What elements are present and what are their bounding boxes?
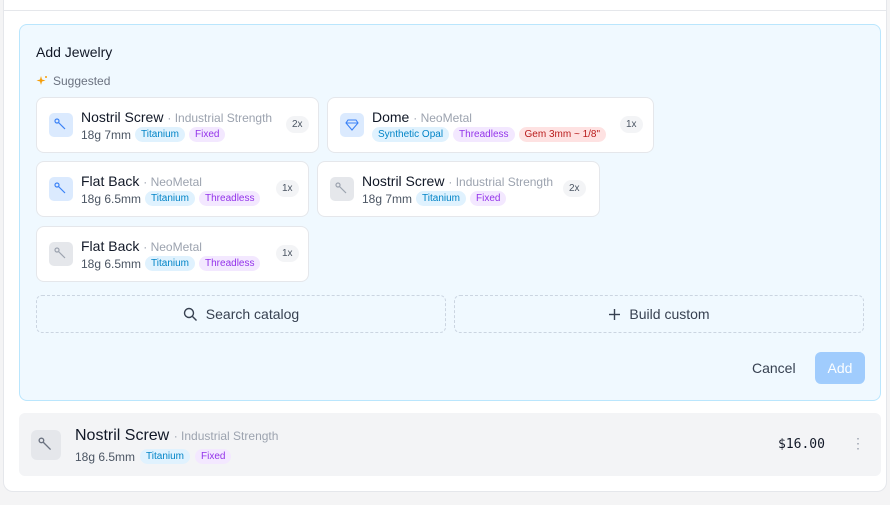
build-custom-button[interactable]: Build custom	[454, 295, 864, 333]
suggested-label: Suggested	[53, 74, 111, 88]
sparkle-icon	[36, 76, 47, 85]
gauge-size: 18g 6.5mm	[81, 191, 142, 206]
item-name: Flat Back	[81, 173, 140, 189]
screw-icon	[31, 430, 61, 460]
screw-icon	[49, 113, 73, 137]
thread-tag: Threadless	[199, 191, 261, 206]
item-brand: NeoMetal	[150, 175, 202, 189]
material-tag: Titanium	[135, 127, 186, 142]
thread-tag: Fixed	[195, 449, 232, 464]
item-brand: NeoMetal	[420, 111, 472, 125]
gauge-size: 18g 6.5mm	[81, 256, 142, 271]
quantity-badge: 1x	[276, 245, 299, 262]
search-icon	[183, 307, 197, 321]
thread-tag: Threadless	[199, 256, 261, 271]
gauge-size: 18g 7mm	[81, 127, 132, 142]
suggestion-card[interactable]: Flat Back · NeoMetal 18g 6.5mm Titanium …	[36, 161, 309, 217]
item-price: $16.00	[778, 437, 825, 452]
item-brand: NeoMetal	[150, 240, 202, 254]
material-tag: Titanium	[145, 191, 196, 206]
suggestion-card[interactable]: Nostril Screw · Industrial Strength 18g …	[36, 97, 319, 153]
item-name: Flat Back	[81, 238, 140, 254]
add-button[interactable]: Add	[815, 352, 865, 384]
suggestion-card[interactable]: Flat Back · NeoMetal 18g 6.5mm Titanium …	[36, 226, 309, 282]
quantity-badge: 2x	[286, 116, 309, 133]
thread-tag: Threadless	[453, 127, 515, 142]
item-name: Dome	[372, 109, 410, 125]
search-catalog-button[interactable]: Search catalog	[36, 295, 446, 333]
screw-icon	[330, 177, 354, 201]
quantity-badge: 1x	[620, 116, 643, 133]
jewelry-item-row[interactable]: Nostril Screw · Industrial Strength 18g …	[19, 413, 881, 476]
item-brand: Industrial Strength	[174, 111, 273, 125]
suggestion-card[interactable]: Nostril Screw · Industrial Strength 18g …	[317, 161, 600, 217]
gem-icon	[340, 113, 364, 137]
gem-tag: Synthetic Opal	[372, 127, 450, 142]
build-custom-label: Build custom	[629, 306, 710, 322]
more-options-icon[interactable]: ⋮	[851, 435, 865, 452]
thread-tag: Fixed	[470, 191, 507, 206]
screw-icon	[49, 177, 73, 201]
item-name: Nostril Screw	[75, 427, 170, 444]
gauge-size: 18g 6.5mm	[75, 449, 136, 464]
panel-title: Add Jewelry	[36, 44, 113, 60]
screw-icon	[49, 242, 73, 266]
material-tag: Titanium	[145, 256, 196, 271]
cancel-button[interactable]: Cancel	[752, 360, 796, 376]
plus-icon	[609, 308, 621, 320]
divider	[3, 10, 887, 11]
size-tag: Gem 3mm ~ 1/8"	[518, 127, 607, 142]
add-jewelry-panel: Add Jewelry Suggested Nostril Screw · In…	[19, 24, 881, 401]
suggested-header: Suggested	[36, 74, 110, 88]
item-brand: Industrial Strength	[181, 429, 279, 443]
search-catalog-label: Search catalog	[205, 306, 300, 322]
material-tag: Titanium	[140, 449, 191, 464]
suggestion-card[interactable]: Dome · NeoMetal Synthetic Opal Threadles…	[327, 97, 654, 153]
gauge-size: 18g 7mm	[362, 191, 413, 206]
item-name: Nostril Screw	[81, 109, 164, 125]
material-tag: Titanium	[416, 191, 467, 206]
item-brand: Industrial Strength	[455, 175, 554, 189]
thread-tag: Fixed	[189, 127, 226, 142]
quantity-badge: 1x	[276, 180, 299, 197]
quantity-badge: 2x	[563, 180, 586, 197]
item-name: Nostril Screw	[362, 173, 445, 189]
